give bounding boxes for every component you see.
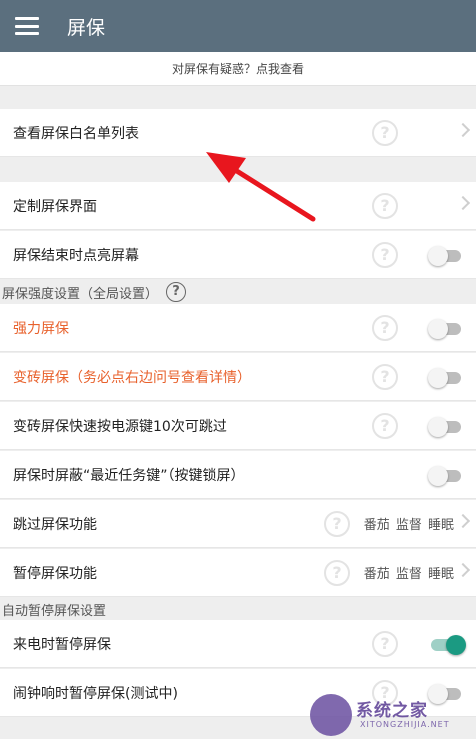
- hamburger-menu-icon[interactable]: [15, 17, 39, 35]
- help-icon[interactable]: ?: [372, 120, 398, 146]
- chevron-right-icon: [455, 562, 471, 578]
- skip-row[interactable]: 跳过屏保功能 ? 番茄 监督 睡眠: [0, 500, 476, 548]
- block-recent-toggle[interactable]: [428, 466, 464, 486]
- pause-label: 暂停屏保功能: [13, 565, 97, 582]
- brick-label: 变砖屏保（务必点右边问号查看详情）: [13, 369, 251, 386]
- whitelist-label: 查看屏保白名单列表: [13, 125, 139, 142]
- call-pause-row: 来电时暂停屏保 ?: [0, 620, 476, 668]
- block-recent-label: 屏保时屏蔽“最近任务键”（按键锁屏）: [13, 467, 245, 484]
- help-icon[interactable]: ?: [372, 193, 398, 219]
- page-title: 屏保: [67, 16, 106, 39]
- app-bar: 屏保: [0, 0, 476, 52]
- brick-skip-label: 变砖屏保快速按电源键10次可跳过: [13, 418, 227, 435]
- whitelist-row[interactable]: 查看屏保白名单列表 ?: [0, 109, 476, 157]
- brick-toggle[interactable]: [428, 368, 464, 388]
- help-icon[interactable]: ?: [324, 511, 350, 537]
- help-icon[interactable]: ?: [324, 560, 350, 586]
- light-screen-row: 屏保结束时点亮屏幕 ?: [0, 231, 476, 279]
- light-screen-label: 屏保结束时点亮屏幕: [13, 247, 139, 264]
- auto-pause-section-header: 自动暂停屏保设置: [0, 597, 476, 621]
- chevron-right-icon: [455, 513, 471, 529]
- strength-section-title: 屏保强度设置（全局设置）: [2, 286, 159, 302]
- brick-row: 变砖屏保（务必点右边问号查看详情） ?: [0, 353, 476, 401]
- block-recent-row: 屏保时屏蔽“最近任务键”（按键锁屏）: [0, 451, 476, 499]
- pause-value: 番茄 监督 睡眠: [363, 567, 454, 582]
- call-pause-toggle[interactable]: [428, 635, 466, 655]
- help-icon[interactable]: ?: [372, 413, 398, 439]
- auto-pause-section-title: 自动暂停屏保设置: [2, 603, 107, 619]
- help-icon[interactable]: ?: [372, 242, 398, 268]
- help-icon[interactable]: ?: [372, 364, 398, 390]
- pause-row[interactable]: 暂停屏保功能 ? 番茄 监督 睡眠: [0, 549, 476, 597]
- strength-section-header: 屏保强度设置（全局设置） ?: [0, 280, 476, 304]
- brick-skip-toggle[interactable]: [428, 417, 464, 437]
- chevron-right-icon: [455, 122, 471, 138]
- brick-skip-row: 变砖屏保快速按电源键10次可跳过 ?: [0, 402, 476, 450]
- faq-link[interactable]: 对屏保有疑惑？点我查看: [0, 52, 476, 86]
- skip-value: 番茄 监督 睡眠: [363, 518, 454, 533]
- skip-label: 跳过屏保功能: [13, 516, 97, 533]
- customize-row[interactable]: 定制屏保界面 ?: [0, 182, 476, 230]
- strong-toggle[interactable]: [428, 319, 464, 339]
- help-icon[interactable]: ?: [372, 631, 398, 657]
- chevron-right-icon: [455, 195, 471, 211]
- light-screen-toggle[interactable]: [428, 246, 464, 266]
- alarm-pause-label: 闹钟响时暂停屏保(测试中): [13, 685, 178, 702]
- watermark-logo: 系统之家 XITONGZHIJIA.NET: [310, 688, 476, 738]
- help-icon[interactable]: ?: [372, 315, 398, 341]
- call-pause-label: 来电时暂停屏保: [13, 636, 111, 653]
- strong-label: 强力屏保: [13, 320, 69, 337]
- customize-label: 定制屏保界面: [13, 198, 97, 215]
- help-icon[interactable]: ?: [166, 282, 187, 302]
- strong-row: 强力屏保 ?: [0, 304, 476, 352]
